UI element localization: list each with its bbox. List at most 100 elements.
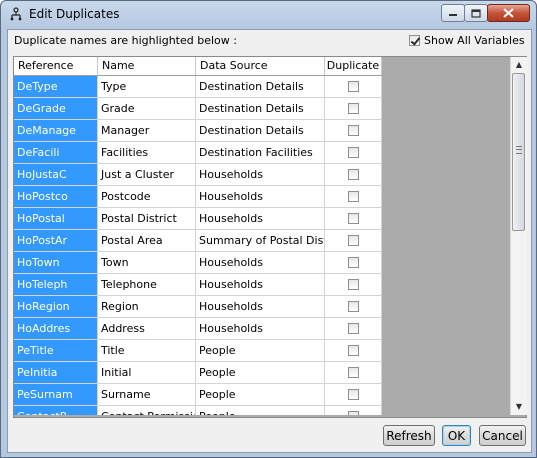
data-source-cell: People [196, 406, 325, 415]
name-cell[interactable]: Postal District [98, 208, 196, 229]
duplicate-checkbox[interactable] [347, 257, 359, 268]
scroll-up-icon[interactable]: ▲ [513, 59, 525, 71]
table-row[interactable]: HoTown Town Households [14, 252, 382, 274]
name-cell[interactable]: Postcode [98, 186, 196, 207]
edit-duplicates-window: Edit Duplicates Duplicate names are high… [0, 0, 537, 458]
duplicate-checkbox[interactable] [347, 411, 359, 415]
minimize-icon [449, 14, 457, 16]
reference-cell[interactable]: HoTeleph [14, 274, 98, 295]
reference-cell[interactable]: DeGrade [14, 98, 98, 119]
name-cell[interactable]: Title [98, 340, 196, 361]
duplicates-grid-frame: Reference Name Data Source Duplicate DeT… [13, 56, 527, 418]
duplicate-cell [325, 296, 382, 317]
grid-header: Reference Name Data Source Duplicate [14, 57, 382, 76]
reference-cell[interactable]: PeInitia [14, 362, 98, 383]
table-row[interactable]: DeGrade Grade Destination Details [14, 98, 382, 120]
reference-cell[interactable]: HoJustaC [14, 164, 98, 185]
name-cell[interactable]: Just a Cluster [98, 164, 196, 185]
table-row[interactable]: HoPostco Postcode Households [14, 186, 382, 208]
data-source-cell: Households [196, 208, 325, 229]
duplicate-checkbox[interactable] [347, 213, 359, 224]
table-row[interactable]: PeSurnam Surname People [14, 384, 382, 406]
duplicate-checkbox[interactable] [347, 389, 359, 400]
name-cell[interactable]: Surname [98, 384, 196, 405]
duplicate-cell [325, 120, 382, 141]
name-cell[interactable]: Grade [98, 98, 196, 119]
duplicate-checkbox[interactable] [347, 147, 359, 158]
column-header-duplicate[interactable]: Duplicate [325, 57, 382, 75]
title-bar[interactable]: Edit Duplicates [1, 1, 536, 28]
reference-cell[interactable]: HoPostco [14, 186, 98, 207]
scroll-grip-icon [516, 146, 522, 154]
name-cell[interactable]: Town [98, 252, 196, 273]
scroll-down-icon[interactable]: ▼ [513, 401, 525, 413]
column-header-data-source[interactable]: Data Source [196, 57, 325, 75]
table-row[interactable]: HoJustaC Just a Cluster Households [14, 164, 382, 186]
column-header-reference[interactable]: Reference [14, 57, 98, 75]
reference-cell[interactable]: HoPostal [14, 208, 98, 229]
duplicate-cell [325, 186, 382, 207]
data-source-cell: People [196, 362, 325, 383]
ok-button[interactable]: OK [442, 425, 471, 446]
table-row[interactable]: PeInitia Initial People [14, 362, 382, 384]
duplicate-checkbox[interactable] [347, 279, 359, 290]
show-all-variables-checkbox[interactable] [409, 35, 420, 46]
table-row[interactable]: HoPostAr Postal Area Summary of Postal Dis… [14, 230, 382, 252]
table-row[interactable]: HoPostal Postal District Households [14, 208, 382, 230]
reference-cell[interactable]: PeTitle [14, 340, 98, 361]
scroll-thumb[interactable] [512, 73, 525, 231]
name-cell[interactable]: Manager [98, 120, 196, 141]
data-source-cell: Households [196, 318, 325, 339]
close-button[interactable] [487, 4, 530, 22]
duplicate-checkbox[interactable] [347, 345, 359, 356]
table-row[interactable]: PeTitle Title People [14, 340, 382, 362]
reference-cell[interactable]: PeSurnam [14, 384, 98, 405]
table-row[interactable]: HoAddres Address Households [14, 318, 382, 340]
data-source-cell: People [196, 340, 325, 361]
reference-cell[interactable]: HoRegion [14, 296, 98, 317]
table-row[interactable]: ContactPContact PermissionPeople [14, 406, 382, 415]
duplicate-hint-label: Duplicate names are highlighted below : [14, 34, 237, 47]
table-row[interactable]: DeType Type Destination Details [14, 76, 382, 98]
duplicate-checkbox[interactable] [347, 323, 359, 334]
name-cell[interactable]: Region [98, 296, 196, 317]
show-all-variables-label: Show All Variables [424, 34, 525, 47]
table-row[interactable]: HoRegion Region Households [14, 296, 382, 318]
reference-cell[interactable]: ContactP [14, 406, 98, 415]
reference-cell[interactable]: HoTown [14, 252, 98, 273]
duplicate-checkbox[interactable] [347, 81, 359, 92]
refresh-button[interactable]: Refresh [383, 425, 435, 446]
column-header-name[interactable]: Name [98, 57, 196, 75]
reference-cell[interactable]: DeFacili [14, 142, 98, 163]
maximize-button[interactable] [464, 4, 488, 22]
name-cell[interactable]: Initial [98, 362, 196, 383]
name-cell[interactable]: Type [98, 76, 196, 97]
name-cell[interactable]: Telephone [98, 274, 196, 295]
duplicate-checkbox[interactable] [347, 301, 359, 312]
show-all-variables-toggle[interactable]: Show All Variables [409, 34, 525, 47]
table-row[interactable]: DeFacili Facilities Destination Facilities [14, 142, 382, 164]
name-cell[interactable]: Postal Area [98, 230, 196, 251]
duplicate-checkbox[interactable] [347, 103, 359, 114]
name-cell[interactable]: Contact Permission [98, 406, 196, 415]
duplicate-checkbox[interactable] [347, 235, 359, 246]
cancel-button[interactable]: Cancel [479, 425, 526, 446]
duplicate-checkbox[interactable] [347, 191, 359, 202]
reference-cell[interactable]: DeType [14, 76, 98, 97]
name-cell[interactable]: Address [98, 318, 196, 339]
data-source-cell: People [196, 384, 325, 405]
reference-cell[interactable]: HoPostAr [14, 230, 98, 251]
reference-cell[interactable]: DeManage [14, 120, 98, 141]
name-cell[interactable]: Facilities [98, 142, 196, 163]
table-row[interactable]: HoTeleph Telephone Households [14, 274, 382, 296]
duplicate-cell [325, 406, 382, 415]
duplicate-checkbox[interactable] [347, 367, 359, 378]
minimize-button[interactable] [441, 4, 465, 22]
table-row[interactable]: DeManage Manager Destination Details [14, 120, 382, 142]
duplicate-checkbox[interactable] [347, 125, 359, 136]
duplicates-grid[interactable]: Reference Name Data Source Duplicate DeT… [14, 57, 382, 415]
vertical-scrollbar[interactable]: ▲ ▼ [510, 57, 527, 415]
reference-cell[interactable]: HoAddres [14, 318, 98, 339]
data-source-cell: Destination Facilities [196, 142, 325, 163]
duplicate-checkbox[interactable] [347, 169, 359, 180]
